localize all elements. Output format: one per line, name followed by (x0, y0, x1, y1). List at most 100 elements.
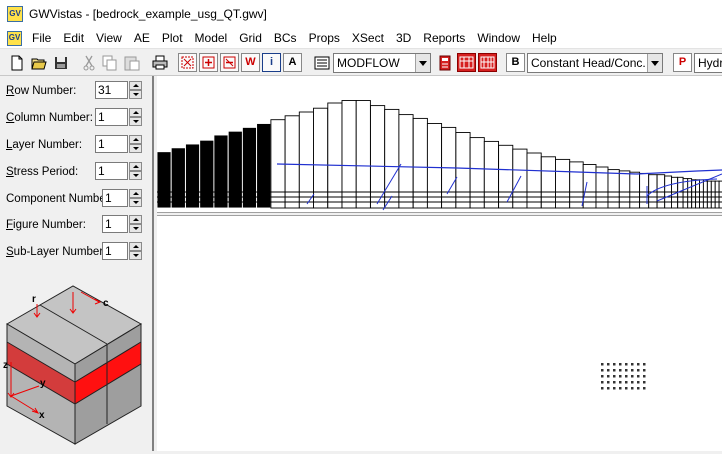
text-annotation-icon[interactable]: A (283, 53, 302, 72)
spin-up-icon[interactable] (129, 215, 142, 224)
property-icon-letter: P (678, 56, 687, 68)
inactive-cell-column (156, 151, 172, 209)
chevron-down-icon[interactable] (647, 54, 662, 72)
menu-help[interactable]: Help (526, 28, 563, 48)
menu-view[interactable]: View (90, 28, 128, 48)
cube-axis-z: z (3, 360, 8, 371)
inactive-cell-column (256, 123, 272, 209)
model-select[interactable]: MODFLOW (333, 53, 431, 73)
grid-red-icon[interactable] (457, 53, 476, 72)
zoom-extents-icon[interactable] (178, 53, 197, 72)
bc-type-select[interactable]: Constant Head/Conc. (527, 53, 663, 73)
cut-icon[interactable] (79, 53, 98, 72)
menu-plot[interactable]: Plot (156, 28, 189, 48)
active-cell-column (526, 152, 542, 209)
active-cell-column (691, 179, 697, 209)
new-file-icon[interactable] (7, 53, 26, 72)
document-icon[interactable]: GV (7, 30, 22, 46)
row-number-input[interactable]: 31 (95, 81, 128, 99)
spin-down-icon[interactable] (129, 198, 142, 207)
grid-node-dot (613, 375, 616, 378)
column-number-input[interactable]: 1 (95, 108, 128, 126)
spin-up-icon[interactable] (129, 135, 142, 144)
grid-node-dot (631, 369, 634, 372)
component-number-input[interactable]: 1 (102, 189, 128, 207)
spin-up-icon[interactable] (129, 81, 142, 90)
sub-layer-number-spinner[interactable] (129, 242, 142, 260)
grid-node-dot (637, 369, 640, 372)
menu-grid[interactable]: Grid (233, 28, 268, 48)
grid-red-2-icon[interactable] (478, 53, 497, 72)
open-folder-icon[interactable] (29, 53, 48, 72)
row-number-label: Row Number: (6, 85, 77, 97)
column-number-label: Column Number: (6, 112, 93, 124)
figure-number-input[interactable]: 1 (102, 215, 128, 233)
component-number-spinner[interactable] (129, 189, 142, 207)
grid-node-dot (625, 363, 628, 366)
active-cell-column (682, 178, 689, 209)
property-icon[interactable]: P (673, 53, 692, 72)
chevron-down-icon[interactable] (415, 54, 430, 72)
spin-down-icon[interactable] (129, 144, 142, 153)
active-cell-column (714, 180, 720, 209)
grid-node-dot (619, 381, 622, 384)
print-icon[interactable] (150, 53, 169, 72)
grid-node-dot (607, 363, 610, 366)
menu-window[interactable]: Window (471, 28, 526, 48)
layer-number-spinner[interactable] (129, 135, 142, 153)
grid-node-dot (619, 363, 622, 366)
plan-view-canvas[interactable] (157, 216, 722, 451)
model-settings-icon[interactable] (312, 53, 331, 72)
cross-section-view[interactable] (156, 76, 722, 212)
menu-bcs[interactable]: BCs (268, 28, 303, 48)
spin-up-icon[interactable] (129, 162, 142, 171)
sub-layer-number-input[interactable]: 1 (102, 242, 128, 260)
spin-up-icon[interactable] (129, 242, 142, 251)
figure-number-label: Figure Number: (6, 219, 86, 231)
spin-down-icon[interactable] (129, 90, 142, 99)
run-model-icon[interactable] (435, 53, 454, 72)
layer-number-input[interactable]: 1 (95, 135, 128, 153)
spin-up-icon[interactable] (129, 189, 142, 198)
orientation-cube: r c z y x (3, 284, 149, 446)
menu-model[interactable]: Model (189, 28, 234, 48)
boundary-condition-icon[interactable]: B (506, 53, 525, 72)
stress-period-spinner[interactable] (129, 162, 142, 180)
sub-layer-number-label: Sub-Layer Number: (6, 246, 107, 258)
plan-view[interactable] (157, 216, 722, 451)
menu-edit[interactable]: Edit (57, 28, 90, 48)
well-icon[interactable]: W (241, 53, 260, 72)
zoom-in-icon[interactable] (199, 53, 218, 72)
menu-file[interactable]: File (26, 28, 57, 48)
row-number-spinner[interactable] (129, 81, 142, 99)
save-disk-icon[interactable] (51, 53, 70, 72)
zoom-out-icon[interactable] (220, 53, 239, 72)
cross-section-canvas[interactable] (156, 76, 722, 212)
column-number-control: Column Number: 1 (0, 106, 154, 126)
spin-down-icon[interactable] (129, 171, 142, 180)
inactive-cell-column (199, 139, 215, 209)
inactive-cell-column (227, 130, 243, 209)
layer-number-control: Layer Number: 1 (0, 133, 154, 153)
grid-node-dot (619, 387, 622, 390)
menu-reports[interactable]: Reports (417, 28, 471, 48)
figure-number-spinner[interactable] (129, 215, 142, 233)
stress-period-input[interactable]: 1 (95, 162, 128, 180)
component-number-control: Component Number: 1 (0, 187, 154, 207)
menu-props[interactable]: Props (303, 28, 346, 48)
figure-number-control: Figure Number: 1 (0, 213, 154, 233)
menu-ae[interactable]: AE (128, 28, 156, 48)
spin-down-icon[interactable] (129, 251, 142, 260)
menu-xsect[interactable]: XSect (346, 28, 390, 48)
spin-down-icon[interactable] (129, 117, 142, 126)
paste-icon[interactable] (122, 53, 141, 72)
boundary-condition-icon-letter: B (511, 56, 520, 68)
spin-down-icon[interactable] (129, 224, 142, 233)
grid-node-dot (625, 369, 628, 372)
menu-3d[interactable]: 3D (390, 28, 417, 48)
property-type-select[interactable]: Hydra (694, 53, 722, 73)
spin-up-icon[interactable] (129, 108, 142, 117)
column-number-spinner[interactable] (129, 108, 142, 126)
copy-icon[interactable] (100, 53, 119, 72)
info-icon[interactable]: i (262, 53, 281, 72)
